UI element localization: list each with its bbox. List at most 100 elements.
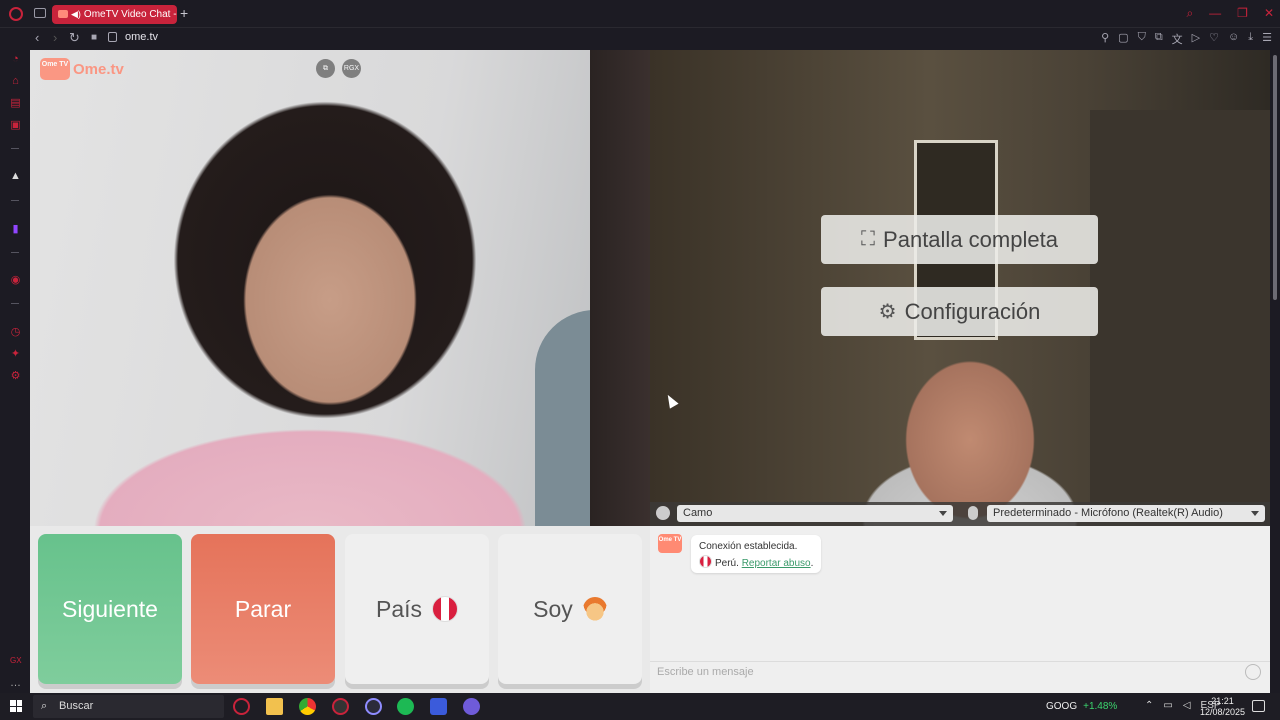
settings-label: Configuración: [904, 298, 1041, 324]
history-icon[interactable]: ◷: [10, 327, 21, 338]
aria-icon[interactable]: ◔: [10, 54, 21, 65]
country-label: País: [375, 595, 423, 622]
opera-gx-taskbar-icon[interactable]: [233, 698, 250, 715]
emoji-icon[interactable]: [1245, 664, 1261, 680]
chevron-up-icon[interactable]: ⌃: [1145, 700, 1153, 711]
chevron-down-icon: [939, 511, 947, 516]
microphone-icon: [968, 506, 978, 520]
notification-icon[interactable]: [1252, 700, 1265, 712]
player-icon[interactable]: ▷: [1192, 31, 1200, 47]
chevron-down-icon: [1251, 511, 1259, 516]
webcam-icon: [656, 506, 670, 520]
address-bar: ‹ › ↻ ■ ome.tv ⚲ ▢ ⛉ ⧉ 文 ▷ ♡ ☺ ⤓ ☰: [0, 28, 1280, 50]
report-suffix: .: [810, 558, 814, 569]
file-explorer-icon[interactable]: [266, 698, 283, 715]
ometv-badge-icon: Ome TV: [40, 58, 70, 80]
peru-flag-icon: [432, 596, 459, 622]
settings-button[interactable]: ⚙ Configuración: [821, 287, 1098, 336]
fullscreen-button[interactable]: ⛶ Pantalla completa: [821, 215, 1098, 264]
taskbar-search[interactable]: ⌕ Buscar: [33, 695, 224, 718]
player-sidebar-icon[interactable]: ◉: [10, 275, 21, 286]
lock-icon[interactable]: [108, 32, 117, 42]
forward-icon[interactable]: ›: [53, 30, 57, 45]
self-video: ⛶ Pantalla completa ⚙ Configuración: [650, 50, 1270, 526]
download-icon[interactable]: ⤓: [1248, 31, 1253, 47]
ometv-logo-text: Ome.tv: [73, 60, 124, 78]
search-tabs-icon[interactable]: ⌕: [1186, 6, 1193, 21]
country-button[interactable]: País: [345, 534, 489, 684]
volume-icon[interactable]: ◁: [1183, 700, 1191, 711]
close-icon[interactable]: ✕: [1264, 6, 1274, 21]
ometv-logo: Ome TV Ome.tv: [40, 58, 124, 80]
app-icon[interactable]: [365, 698, 382, 715]
microphone-select[interactable]: Predeterminado - Micrófono (Realtek(R) A…: [987, 505, 1265, 522]
boy-icon: [582, 597, 607, 621]
chat-divider: [650, 661, 1270, 662]
settings-icon[interactable]: ⚙: [10, 371, 21, 382]
speaker-icon[interactable]: ◀): [71, 9, 81, 19]
snapshot-icon[interactable]: ▢: [1118, 31, 1128, 47]
network-icon[interactable]: ▭: [1163, 700, 1172, 711]
extensions-sidebar-icon[interactable]: ✦: [10, 349, 21, 360]
browser-toolbar: ⚲ ▢ ⛉ ⧉ 文 ▷ ♡ ☺ ⤓ ☰: [1101, 31, 1272, 47]
gear-icon: ⚙: [878, 301, 897, 323]
ometv-page: Ome TV Ome.tv ⧉ RGX ⛶ Pantalla completa …: [30, 50, 1270, 693]
page-scrollbar[interactable]: [1270, 50, 1280, 693]
gender-button[interactable]: Soy: [498, 534, 642, 684]
messenger-icon[interactable]: ▣: [10, 120, 21, 131]
next-button[interactable]: Siguiente: [38, 534, 182, 684]
peru-flag-icon: [699, 555, 712, 568]
translate-icon[interactable]: 文: [1172, 31, 1183, 47]
stock-widget[interactable]: GOOG +1.48%: [1046, 701, 1117, 712]
chat-country: Perú.: [715, 558, 739, 569]
menu-icon[interactable]: ☰: [1262, 31, 1272, 47]
more-icon[interactable]: …: [10, 678, 21, 689]
tab-ometv[interactable]: ◀) OmeTV Video Chat -...: [52, 5, 177, 24]
device-bar: Camo Predeterminado - Micrófono (Realtek…: [650, 502, 1270, 526]
scrollbar-thumb[interactable]: [1273, 55, 1277, 300]
opera-logo-icon[interactable]: [9, 7, 23, 21]
camera-select[interactable]: Camo: [677, 505, 953, 522]
camera-permission-icon[interactable]: ■: [91, 32, 97, 43]
rgx-button[interactable]: RGX: [342, 59, 361, 78]
fullscreen-icon: ⛶: [861, 228, 876, 250]
taskbar-clock[interactable]: 21:21 12/08/2025: [1200, 696, 1245, 718]
app-icon[interactable]: [430, 698, 447, 715]
pin-icon[interactable]: ⚲: [1101, 31, 1109, 47]
tab-islands-icon[interactable]: [34, 8, 46, 18]
app-icon[interactable]: [332, 698, 349, 715]
windows-start-icon[interactable]: [10, 700, 22, 712]
stop-label: Parar: [234, 595, 292, 622]
minimize-icon[interactable]: —: [1209, 6, 1221, 21]
report-abuse-link[interactable]: Reportar abuso: [742, 558, 811, 569]
restore-icon[interactable]: ❐: [1237, 6, 1248, 21]
clock-time: 21:21: [1211, 696, 1234, 706]
shield-icon[interactable]: ⛉: [1138, 31, 1146, 47]
sidebar-separator: [11, 200, 19, 201]
window-controls: ⌕ — ❐ ✕: [1186, 6, 1274, 21]
workspace-icon[interactable]: ⌂: [10, 76, 21, 87]
reload-icon[interactable]: ↻: [69, 30, 80, 46]
back-icon[interactable]: ‹: [35, 30, 39, 45]
new-tab-button[interactable]: +: [180, 5, 188, 21]
stock-symbol: GOOG: [1046, 701, 1078, 712]
chrome-icon[interactable]: [299, 698, 316, 715]
stranger-video: Ome TV Ome.tv ⧉ RGX: [30, 50, 650, 526]
profile-icon[interactable]: ☺: [1228, 31, 1239, 47]
twitch-icon[interactable]: ▮: [10, 224, 21, 235]
mirror-button[interactable]: ⧉: [316, 59, 335, 78]
arc-icon[interactable]: ▲: [10, 171, 21, 182]
stop-button[interactable]: Parar: [191, 534, 335, 684]
heart-icon[interactable]: ♡: [1209, 31, 1219, 47]
chat-input[interactable]: Escribe un mensaje: [657, 666, 754, 678]
gx-icon[interactable]: GX: [10, 655, 22, 666]
sidebar-separator: [11, 252, 19, 253]
url-field[interactable]: ome.tv: [125, 31, 158, 43]
discord-icon[interactable]: [463, 698, 480, 715]
gender-label: Soy: [533, 595, 573, 622]
feed-icon[interactable]: ▤: [10, 98, 21, 109]
screen: ◀) OmeTV Video Chat -... + ⌕ — ❐ ✕ ‹ › ↻ …: [0, 0, 1280, 720]
camera-value: Camo: [683, 507, 713, 519]
spotify-icon[interactable]: [397, 698, 414, 715]
extensions-icon[interactable]: ⧉: [1155, 31, 1163, 47]
